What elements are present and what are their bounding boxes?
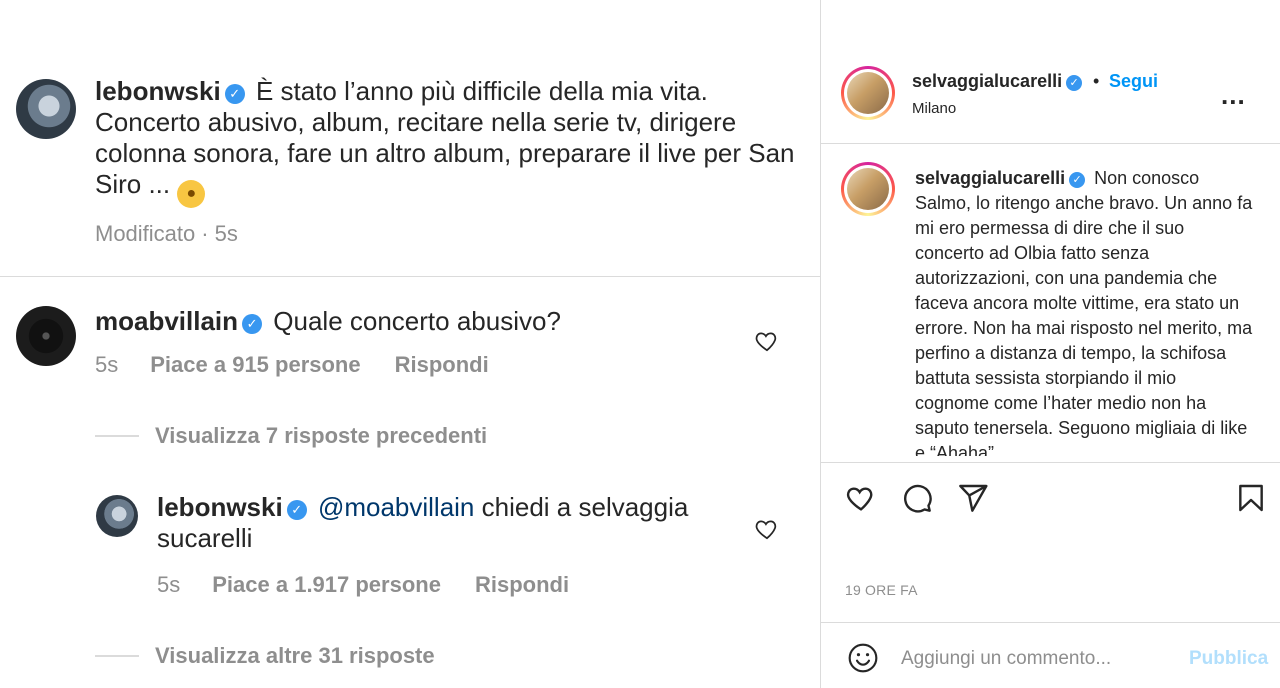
emoji-smiley-icon[interactable]: [847, 642, 879, 674]
post-time[interactable]: 5s: [215, 221, 238, 246]
comments-panel: lebonwski ✓ È stato l’anno più difficile …: [0, 0, 820, 688]
avatar[interactable]: [96, 495, 138, 537]
reply-likes[interactable]: Piace a 1.917 persone: [212, 572, 441, 597]
meta-dot: ·: [201, 221, 209, 246]
view-replies-button[interactable]: Visualizza 7 risposte precedenti: [95, 423, 487, 449]
location-link[interactable]: Milano: [912, 100, 956, 117]
caption-text: Non conosco Salmo, lo ritengo anche brav…: [915, 168, 1253, 456]
comment-author[interactable]: moabvillain: [95, 306, 238, 336]
verified-icon: ✓: [1069, 172, 1086, 188]
divider: [0, 276, 820, 277]
avatar[interactable]: [16, 306, 76, 366]
exploding-head-emoji-icon: ●: [177, 180, 206, 208]
avatar[interactable]: [16, 79, 76, 139]
reply-author[interactable]: lebonwski: [157, 492, 283, 522]
sidebar-caption: selvaggialucarelli ✓ Non conosco Salmo, l…: [915, 166, 1255, 456]
reply-button[interactable]: Rispondi: [395, 352, 489, 377]
verified-icon: ✓: [286, 500, 307, 520]
view-more-replies-label: Visualizza altre 31 risposte: [155, 643, 435, 668]
replies-line: [95, 435, 139, 437]
like-heart-icon[interactable]: [754, 516, 780, 542]
comment-meta: 5s Piace a 915 persone Rispondi: [95, 352, 517, 378]
edited-label: Modificato: [95, 221, 196, 246]
avatar: [847, 72, 889, 114]
story-avatar[interactable]: [841, 162, 895, 216]
reply-time[interactable]: 5s: [157, 572, 180, 597]
header-dot: •: [1093, 71, 1100, 91]
comment-body: moabvillain ✓ Quale concerto abusivo?: [95, 306, 735, 337]
post-meta: Modificato · 5s: [95, 221, 266, 247]
avatar: [847, 168, 889, 210]
header-username-label: selvaggialucarelli: [912, 71, 1063, 91]
replies-line: [95, 655, 139, 657]
follow-button[interactable]: Segui: [1109, 71, 1158, 92]
header-username[interactable]: selvaggialucarelli ✓: [912, 71, 1086, 92]
caption-author[interactable]: selvaggialucarelli: [915, 168, 1065, 188]
reply-body: lebonwski ✓ @moabvillain chiedi a selvagg…: [157, 492, 717, 554]
add-comment-input[interactable]: Aggiungi un commento...: [901, 648, 1111, 670]
comment-icon[interactable]: [901, 482, 933, 514]
mention-link[interactable]: @moabvillain: [318, 492, 474, 522]
more-options-icon[interactable]: ...: [1221, 80, 1246, 111]
comment-time[interactable]: 5s: [95, 352, 118, 377]
like-heart-icon[interactable]: [845, 482, 877, 514]
post-author[interactable]: lebonwski: [95, 76, 221, 106]
reply-meta: 5s Piace a 1.917 persone Rispondi: [157, 572, 597, 598]
view-replies-label: Visualizza 7 risposte precedenti: [155, 423, 488, 448]
verified-icon: ✓: [224, 84, 245, 104]
comment-text: Quale concerto abusivo?: [273, 306, 561, 336]
verified-icon: ✓: [1066, 75, 1083, 91]
divider: [821, 462, 1280, 463]
like-heart-icon[interactable]: [754, 328, 780, 354]
divider: [821, 622, 1280, 623]
share-send-icon[interactable]: [957, 482, 989, 514]
post-sidebar: selvaggialucarelli ✓ • Segui Milano ... s…: [820, 0, 1280, 688]
divider: [821, 143, 1280, 144]
verified-icon: ✓: [242, 314, 263, 334]
reply-button[interactable]: Rispondi: [475, 572, 569, 597]
publish-button[interactable]: Pubblica: [1189, 648, 1268, 670]
post-time[interactable]: 19 ORE FA: [845, 582, 918, 598]
post-caption: lebonwski ✓ È stato l’anno più difficile …: [95, 76, 805, 208]
save-bookmark-icon[interactable]: [1235, 482, 1267, 514]
view-more-replies-button[interactable]: Visualizza altre 31 risposte: [95, 643, 435, 669]
comment-likes[interactable]: Piace a 915 persone: [150, 352, 360, 377]
story-avatar[interactable]: [841, 66, 895, 120]
